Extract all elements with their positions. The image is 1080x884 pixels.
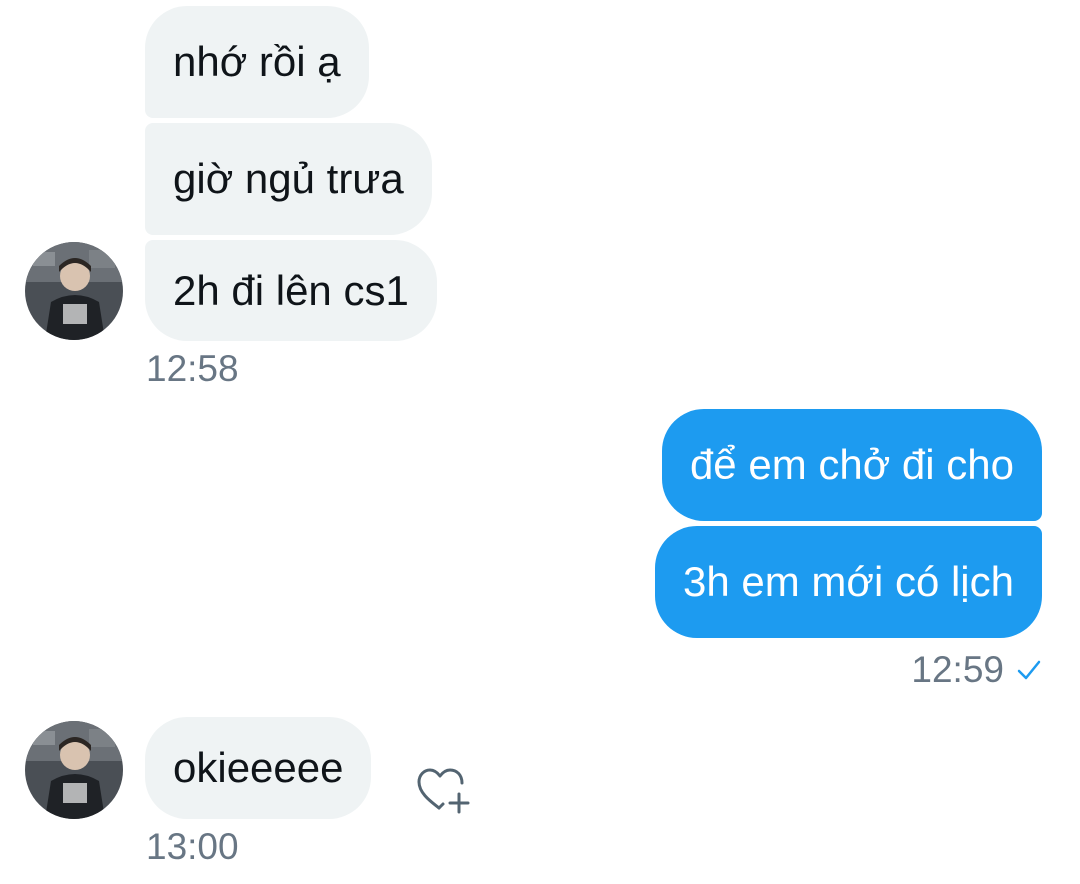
avatar[interactable] xyxy=(25,721,123,819)
sent-check-icon xyxy=(1016,657,1042,683)
message-text: 3h em mới có lịch xyxy=(683,558,1014,605)
message-text: giờ ngủ trưa xyxy=(173,155,404,202)
message-text: 2h đi lên cs1 xyxy=(173,266,409,314)
message-bubble-incoming[interactable]: 2h đi lên cs1 xyxy=(145,240,437,341)
message-bubble-outgoing[interactable]: 3h em mới có lịch xyxy=(655,526,1042,638)
message-meta: 12:59 xyxy=(911,651,1042,688)
message-timestamp: 12:59 xyxy=(911,649,1004,690)
add-reaction-heart-icon[interactable] xyxy=(413,762,475,816)
user-avatar-icon xyxy=(25,721,123,819)
message-text: để em chở đi cho xyxy=(689,441,1014,488)
user-avatar-icon xyxy=(25,242,123,340)
message-bubble-incoming[interactable]: okieeeee xyxy=(145,717,372,819)
message-text: okieeeee xyxy=(173,744,344,791)
message-bubble-incoming[interactable]: nhớ rồi ạ xyxy=(145,6,369,118)
message-bubble-incoming[interactable]: giờ ngủ trưa xyxy=(145,123,432,235)
message-timestamp: 13:00 xyxy=(146,826,239,867)
avatar[interactable] xyxy=(25,242,123,340)
message-timestamp: 12:58 xyxy=(146,348,239,389)
message-text: nhớ rồi ạ xyxy=(173,38,341,85)
message-bubble-outgoing[interactable]: để em chở đi cho xyxy=(661,409,1042,521)
